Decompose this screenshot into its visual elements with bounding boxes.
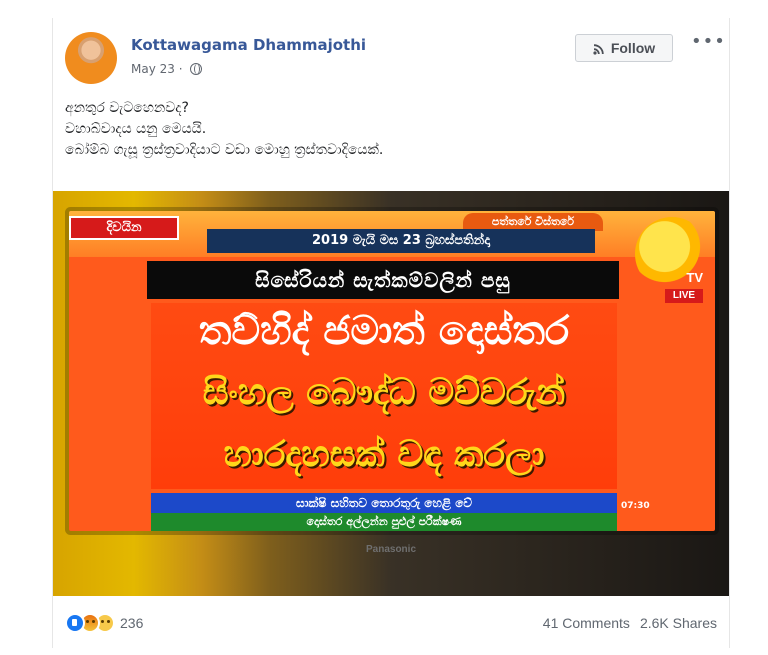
channel-logo-tv: TV — [686, 270, 703, 285]
engagement-summary: 41 Comments 2.6K Shares — [543, 612, 717, 634]
follow-label: Follow — [610, 40, 656, 56]
post-text-line-1: අනතුර වැටහෙනවද? — [65, 100, 189, 116]
ticker-green: දොස්තර අල්ලන්න පුළුල් පරීක්ෂණ — [151, 513, 617, 531]
like-reaction-icon — [65, 613, 85, 633]
post-text-line-3: බෝම්බ ගැසූ ත්‍රස්ත්‍රවාදියාට වඩා මොහු ත්… — [65, 142, 384, 158]
author-name[interactable]: Kottawagama Dhammajothi — [131, 36, 366, 54]
reaction-count[interactable]: 236 — [120, 615, 143, 631]
post-date[interactable]: May 23 — [131, 62, 175, 76]
post-header: Kottawagama Dhammajothi May 23 · Follow … — [65, 32, 725, 92]
post-meta: May 23 · — [131, 62, 203, 76]
live-badge: LIVE — [665, 289, 703, 303]
post-text-line-2: වහාබ්වාදය යනු මෙයයි. — [65, 121, 207, 137]
meta-separator: · — [178, 62, 183, 76]
avatar[interactable] — [65, 32, 117, 84]
headline-line-2: සිංහල බෞද්ධ මව්වරුන් — [202, 372, 566, 413]
reactions-summary[interactable]: 236 — [65, 612, 143, 634]
follow-button[interactable]: Follow — [575, 34, 673, 62]
post-card: Kottawagama Dhammajothi May 23 · Follow … — [52, 18, 730, 648]
post-image[interactable]: දිවයින පත්තරේ විස්තරේ 2019 මැයි මස 23 බ්… — [53, 191, 729, 596]
tv-photo: දිවයින පත්තරේ විස්තරේ 2019 මැයි මස 23 බ්… — [53, 191, 729, 596]
tv-screen: දිවයින පත්තරේ විස්තරේ 2019 මැයි මස 23 බ්… — [69, 211, 715, 531]
post-stats: 236 41 Comments 2.6K Shares — [65, 612, 717, 634]
comments-count[interactable]: 41 Comments — [543, 615, 630, 631]
date-strip: 2019 මැයි මස 23 බ්‍රහස්පතින්දා — [207, 229, 595, 253]
rss-icon — [593, 42, 605, 55]
headline-line-1: තව්හිද් ජමාත් දොස්තර — [198, 308, 570, 354]
tv-brand-logo: Panasonic — [365, 544, 417, 555]
shares-count[interactable]: 2.6K Shares — [640, 615, 717, 631]
headline-main: තව්හිද් ජමාත් දොස්තර සිංහල බෞද්ධ මව්වරුන… — [151, 303, 617, 489]
headline-line-3: හාරදහසක් වඳ කරලා — [223, 434, 545, 475]
post-text: අනතුර වැටහෙනවද? වහාබ්වාදය යනු මෙයයි. බෝම… — [65, 98, 717, 161]
tv-time: 07:30 — [621, 501, 650, 511]
more-icon[interactable]: ••• — [691, 33, 725, 54]
headline-top: සිසේරියන් සැත්කම්වලින් පසු — [147, 261, 619, 299]
newspaper-tag: දිවයින — [69, 216, 179, 240]
ticker-blue: සාක්ෂි සහිතව තොරතුරු හෙළි වේ — [151, 493, 617, 513]
globe-icon[interactable] — [190, 63, 203, 75]
